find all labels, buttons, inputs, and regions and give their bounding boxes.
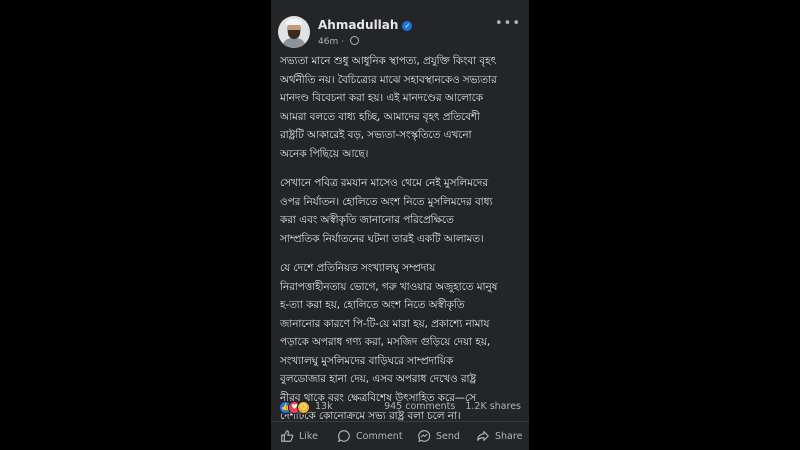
share-label: Share bbox=[495, 430, 523, 442]
post-time[interactable]: 46m bbox=[318, 37, 338, 47]
post-text: সভ্যতা মানে শুধু আধুনিক স্থাপত্য, প্রযুক… bbox=[280, 52, 520, 437]
post-paragraph: সভ্যতা মানে শুধু আধুনিক স্থাপত্য, প্রযুক… bbox=[280, 55, 497, 160]
send-button[interactable]: Send bbox=[417, 428, 460, 444]
verified-badge-icon: ✓ bbox=[402, 21, 413, 31]
thumbs-up-icon bbox=[281, 430, 294, 442]
comment-button[interactable]: Comment bbox=[337, 428, 403, 444]
like-label: Like bbox=[299, 430, 318, 442]
comment-count[interactable]: 945 comments bbox=[384, 401, 455, 412]
post-meta: 46m · bbox=[318, 36, 359, 47]
avatar-body-shape bbox=[282, 38, 306, 48]
comment-label: Comment bbox=[356, 430, 403, 442]
globe-icon bbox=[349, 36, 359, 45]
facebook-post-card: Ahmadullah ✓ 46m · ••• সভ্যতা মানে শুধু আ… bbox=[271, 0, 529, 450]
care-reaction-icon: ☺ bbox=[297, 401, 310, 414]
post-stats: 👍 ♥ ☺ 13k 945 comments 1.2K shares bbox=[279, 399, 521, 415]
share-arrow-icon bbox=[477, 431, 489, 441]
engagement-counts: 945 comments 1.2K shares bbox=[384, 401, 521, 412]
avatar-cap-shape bbox=[286, 19, 302, 25]
messenger-icon bbox=[418, 430, 431, 443]
author-name[interactable]: Ahmadullah bbox=[318, 18, 398, 32]
author-name-row: Ahmadullah ✓ bbox=[318, 18, 413, 32]
post-paragraph: সেখানে পবিত্র রমযান মাসেও থেমে নেই মুসলি… bbox=[280, 177, 493, 245]
author-avatar[interactable] bbox=[278, 16, 310, 48]
more-options-icon[interactable]: ••• bbox=[495, 16, 521, 31]
send-label: Send bbox=[436, 430, 460, 442]
like-button[interactable]: Like bbox=[280, 428, 318, 444]
share-count[interactable]: 1.2K shares bbox=[465, 401, 521, 412]
share-button[interactable]: Share bbox=[476, 428, 522, 444]
comment-bubble-icon bbox=[337, 430, 350, 443]
post-header: Ahmadullah ✓ 46m · ••• bbox=[278, 16, 521, 50]
reaction-count[interactable]: 13k bbox=[315, 401, 333, 412]
post-action-bar: Like Comment Send Share bbox=[271, 421, 529, 450]
